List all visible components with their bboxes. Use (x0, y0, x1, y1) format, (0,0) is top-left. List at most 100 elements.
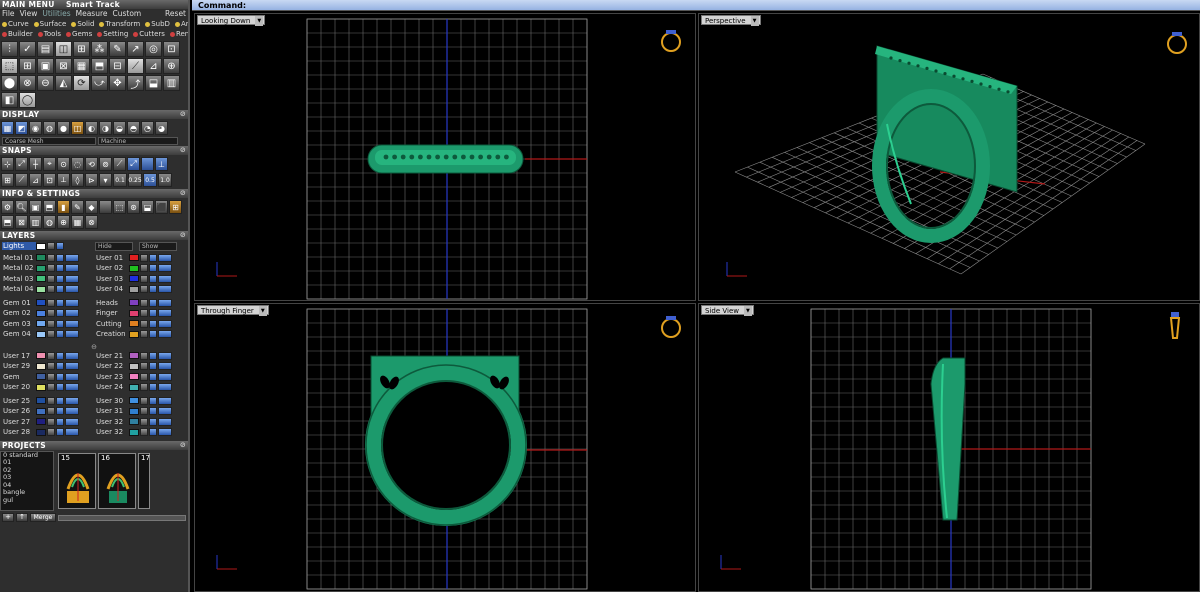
select-layer-icon[interactable] (158, 407, 172, 416)
layer-color-swatch[interactable] (36, 320, 46, 328)
layer-row[interactable]: Gem 01 (1, 298, 94, 309)
setting-icon[interactable]: 🔍︎ (15, 200, 28, 214)
setting-icon[interactable]: ⊞ (169, 200, 182, 214)
layer-name[interactable]: Gem 04 (2, 330, 36, 338)
snap-icon[interactable]: ⌖ (43, 157, 56, 171)
setting-icon[interactable]: ⬒ (1, 215, 14, 229)
project-thumbnail[interactable]: 15 (58, 452, 96, 509)
layer-name[interactable]: User 21 (95, 352, 129, 360)
layer-name[interactable]: User 25 (2, 397, 36, 405)
layer-color-swatch[interactable] (129, 285, 139, 293)
layer-row[interactable]: Gem 02 (1, 308, 94, 319)
display-mode-icon[interactable]: ● (57, 121, 70, 135)
menu-utilities[interactable]: Utilities (42, 9, 70, 19)
layer-name[interactable]: Gem 01 (2, 299, 36, 307)
viewport-looking-down[interactable]: Looking Down (194, 13, 696, 301)
layer-name[interactable]: Metal 01 (2, 254, 36, 262)
select-layer-icon[interactable] (65, 428, 79, 437)
layer-color-swatch[interactable] (36, 418, 46, 426)
module-surface[interactable]: Surface (33, 19, 66, 29)
select-layer-icon[interactable] (65, 253, 79, 262)
render-mode-select[interactable]: Machine (98, 137, 178, 145)
lock-icon[interactable] (140, 309, 148, 318)
visibility-icon[interactable] (56, 396, 64, 405)
visibility-icon[interactable] (149, 417, 157, 426)
layer-name[interactable]: Gem (2, 373, 36, 381)
module-art[interactable]: Art (174, 19, 188, 29)
layer-color-swatch[interactable] (129, 407, 139, 415)
layer-row[interactable]: User 28 (1, 427, 94, 438)
tool-icon[interactable]: ⊗ (19, 75, 36, 91)
ring-view-icon[interactable] (661, 316, 681, 338)
lock-icon[interactable] (140, 383, 148, 392)
layer-color-swatch[interactable] (129, 330, 139, 338)
layer-name[interactable]: User 27 (2, 418, 36, 426)
display-mode-icon[interactable]: ◕ (155, 121, 168, 135)
layer-color-swatch[interactable] (129, 254, 139, 262)
layer-row[interactable]: Metal 02 (1, 263, 94, 274)
layer-name[interactable]: User 32 (95, 418, 129, 426)
layer-row[interactable]: User 31 (94, 406, 187, 417)
snap-option-icon[interactable]: ⊳ (85, 173, 98, 187)
layer-row[interactable]: Heads (94, 298, 187, 309)
visibility-icon[interactable] (56, 309, 64, 318)
layer-row[interactable]: User 32 (94, 427, 187, 438)
tool-icon[interactable]: ⟳ (73, 75, 90, 91)
up-project-icon[interactable]: ↑ (16, 512, 28, 522)
layer-color-swatch[interactable] (129, 428, 139, 436)
select-layer-icon[interactable] (65, 407, 79, 416)
setting-icon[interactable]: ⊠ (15, 215, 28, 229)
visibility-icon[interactable] (56, 274, 64, 283)
tool-icon[interactable]: ⤻ (91, 75, 108, 91)
lock-icon[interactable] (140, 330, 148, 339)
layer-name[interactable]: User 22 (95, 362, 129, 370)
select-layer-icon[interactable] (65, 372, 79, 381)
layer-color-swatch[interactable] (36, 309, 46, 317)
lock-icon[interactable] (140, 298, 148, 307)
layer-color-swatch[interactable] (36, 264, 46, 272)
add-project-icon[interactable]: + (2, 512, 14, 522)
module-curve[interactable]: Curve (2, 19, 29, 29)
visibility-icon[interactable] (149, 264, 157, 273)
snap-icon[interactable]: ┼ (29, 157, 42, 171)
lock-icon[interactable] (140, 351, 148, 360)
setting-icon[interactable]: ⬒ (43, 200, 56, 214)
tool-icon[interactable]: ⟋ (127, 58, 144, 74)
viewport-perspective[interactable]: Perspective (698, 13, 1200, 301)
menu-view[interactable]: View (20, 9, 38, 19)
visibility-icon[interactable] (149, 319, 157, 328)
merge-button[interactable]: Merge (30, 512, 56, 522)
snap-option-icon[interactable]: ⟋ (15, 173, 28, 187)
visibility-icon[interactable] (149, 396, 157, 405)
project-thumbnail[interactable]: 17 (138, 452, 150, 509)
visibility-icon[interactable] (56, 428, 64, 437)
visibility-icon[interactable] (56, 319, 64, 328)
visibility-icon[interactable] (149, 285, 157, 294)
ring-view-icon[interactable] (661, 30, 681, 52)
module-setting[interactable]: Setting (97, 29, 128, 39)
hide-button[interactable]: Hide (95, 241, 133, 251)
select-layer-icon[interactable] (158, 417, 172, 426)
module-tools[interactable]: Tools (37, 29, 61, 39)
snap-icon[interactable]: ⊹ (1, 157, 14, 171)
menu-measure[interactable]: Measure (76, 9, 108, 19)
select-layer-icon[interactable] (65, 396, 79, 405)
lock-icon[interactable] (140, 264, 148, 273)
layer-lights[interactable]: Lights (2, 242, 36, 251)
select-layer-icon[interactable] (158, 351, 172, 360)
layer-name[interactable]: User 32 (95, 428, 129, 436)
command-bar[interactable]: Command: (192, 0, 1200, 11)
display-mode-icon[interactable]: ◑ (99, 121, 112, 135)
module-subd[interactable]: SubD (145, 19, 170, 29)
lock-icon[interactable] (140, 274, 148, 283)
setting-icon[interactable]: ⬛ (155, 200, 168, 214)
visibility-icon[interactable] (56, 351, 64, 360)
layer-name[interactable]: User 24 (95, 383, 129, 391)
viewport-canvas[interactable] (195, 304, 696, 592)
select-layer-icon[interactable] (65, 362, 79, 371)
lock-icon[interactable] (47, 319, 55, 328)
ring-perspective-view[interactable] (872, 45, 1018, 243)
lock-icon[interactable] (140, 362, 148, 371)
snap-icon[interactable]: ⟋ (113, 157, 126, 171)
layer-color-swatch[interactable] (129, 383, 139, 391)
